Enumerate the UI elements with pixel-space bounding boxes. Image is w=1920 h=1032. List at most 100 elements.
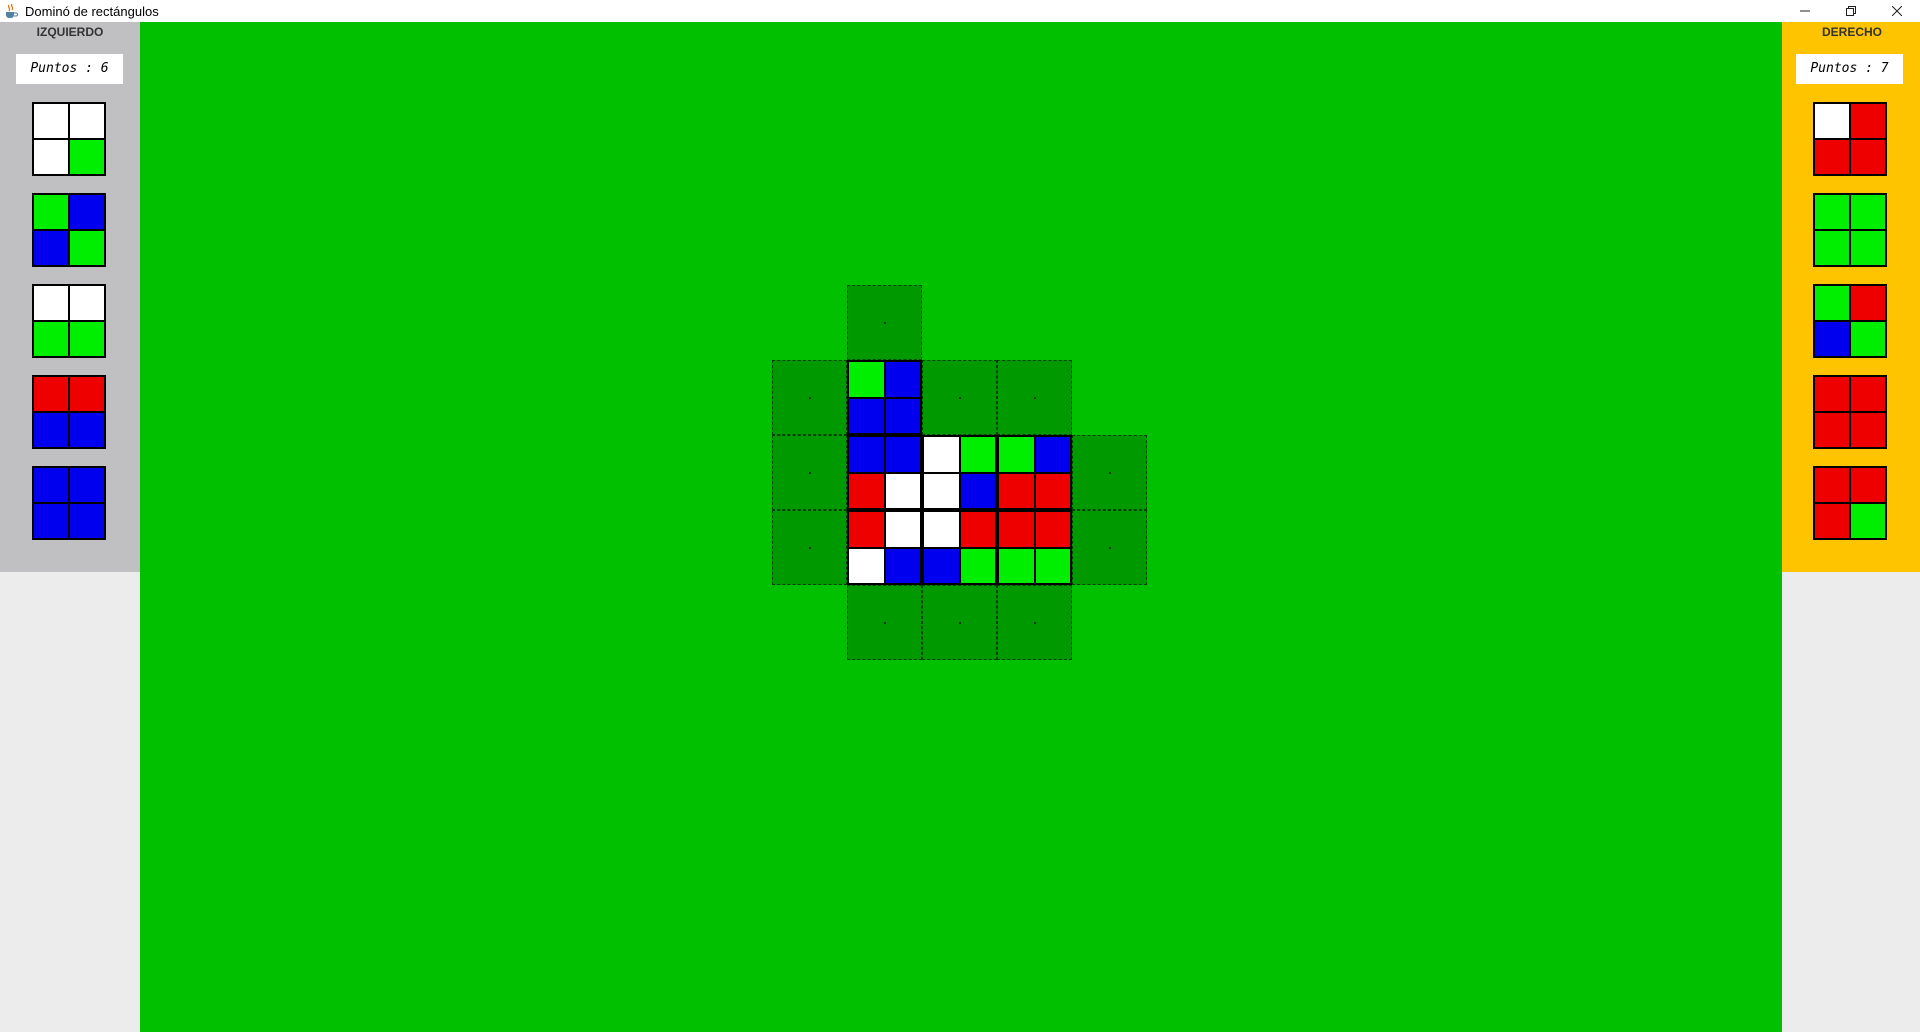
tile-cell-white — [33, 139, 69, 175]
tile-cell-red — [1814, 376, 1850, 412]
tile-cell-green — [33, 194, 69, 230]
left-hand-tile[interactable] — [32, 375, 106, 449]
tile-cell-green — [33, 321, 69, 357]
tile-cell-blue — [884, 397, 921, 434]
slot-marker — [959, 622, 961, 624]
left-hand-tile[interactable] — [32, 193, 106, 267]
open-slot[interactable] — [997, 585, 1072, 660]
tile-cell-blue — [69, 194, 105, 230]
slot-marker — [1034, 397, 1036, 399]
open-slot[interactable] — [772, 510, 847, 585]
tile-cell-blue — [33, 412, 69, 448]
tile-cell-red — [848, 511, 885, 548]
placed-tile — [922, 510, 997, 585]
tile-cell-green — [69, 139, 105, 175]
tile-cell-blue — [884, 436, 921, 473]
open-slot[interactable] — [847, 285, 922, 360]
tile-cell-white — [69, 103, 105, 139]
tile-cell-green — [1814, 230, 1850, 266]
tile-cell-red — [1814, 139, 1850, 175]
placed-tile — [997, 510, 1072, 585]
tile-cell-red — [1034, 511, 1071, 548]
slot-marker — [809, 397, 811, 399]
open-slot[interactable] — [1072, 510, 1147, 585]
placed-tile — [922, 435, 997, 510]
close-button[interactable] — [1874, 0, 1920, 22]
tile-cell-green — [959, 436, 996, 473]
tile-cell-green — [69, 321, 105, 357]
tile-cell-red — [1814, 503, 1850, 539]
tile-cell-blue — [959, 472, 996, 509]
placed-tile — [997, 435, 1072, 510]
tile-cell-blue — [69, 412, 105, 448]
slot-marker — [884, 322, 886, 324]
placed-tile — [847, 435, 922, 510]
slot-marker — [884, 622, 886, 624]
tile-cell-green — [1850, 503, 1886, 539]
left-hand-tile[interactable] — [32, 102, 106, 176]
game-board[interactable] — [140, 22, 1782, 1032]
left-hand-tile[interactable] — [32, 284, 106, 358]
tile-cell-blue — [884, 361, 921, 398]
tile-cell-blue — [1034, 436, 1071, 473]
tile-cell-red — [998, 472, 1035, 509]
java-cup-icon — [3, 3, 19, 19]
tile-cell-red — [1034, 472, 1071, 509]
window-title: Dominó de rectángulos — [25, 3, 159, 19]
right-player-panel: DERECHO Puntos : 7 — [1782, 22, 1920, 572]
left-player-panel: IZQUIERDO Puntos : 6 — [0, 22, 140, 572]
placed-tile — [847, 360, 922, 435]
tile-cell-red — [1814, 467, 1850, 503]
tile-cell-green — [1814, 194, 1850, 230]
tile-cell-green — [959, 547, 996, 584]
tile-cell-green — [1814, 285, 1850, 321]
left-hand-tile[interactable] — [32, 466, 106, 540]
right-hand-tile[interactable] — [1813, 284, 1887, 358]
slot-marker — [1109, 472, 1111, 474]
tile-cell-blue — [848, 436, 885, 473]
tile-cell-blue — [923, 547, 960, 584]
tile-cell-white — [884, 511, 921, 548]
tile-cell-green — [998, 547, 1035, 584]
title-bar: Dominó de rectángulos — [0, 0, 1920, 22]
tile-cell-red — [1850, 376, 1886, 412]
open-slot[interactable] — [847, 585, 922, 660]
tile-cell-green — [1850, 230, 1886, 266]
tile-cell-white — [1814, 103, 1850, 139]
right-hand-tile[interactable] — [1813, 193, 1887, 267]
restore-button[interactable] — [1828, 0, 1874, 22]
open-slot[interactable] — [772, 435, 847, 510]
slot-marker — [1034, 622, 1036, 624]
tile-cell-red — [998, 511, 1035, 548]
tile-cell-white — [884, 472, 921, 509]
tile-cell-blue — [33, 503, 69, 539]
tile-cell-red — [1850, 285, 1886, 321]
tile-cell-green — [1850, 194, 1886, 230]
tile-cell-white — [33, 103, 69, 139]
slot-marker — [809, 547, 811, 549]
tile-cell-blue — [848, 397, 885, 434]
right-hand-tile[interactable] — [1813, 102, 1887, 176]
tile-cell-red — [1814, 412, 1850, 448]
open-slot[interactable] — [772, 360, 847, 435]
open-slot[interactable] — [997, 360, 1072, 435]
tile-cell-blue — [33, 467, 69, 503]
open-slot[interactable] — [922, 585, 997, 660]
right-player-score: Puntos : 7 — [1796, 54, 1903, 84]
right-hand-tile[interactable] — [1813, 466, 1887, 540]
tile-cell-red — [1850, 103, 1886, 139]
open-slot[interactable] — [922, 360, 997, 435]
tile-cell-green — [998, 436, 1035, 473]
tile-cell-red — [1850, 139, 1886, 175]
tile-cell-blue — [33, 230, 69, 266]
tile-cell-red — [959, 511, 996, 548]
tile-cell-blue — [69, 467, 105, 503]
tile-cell-white — [923, 436, 960, 473]
tile-cell-green — [69, 230, 105, 266]
slot-marker — [1109, 547, 1111, 549]
tile-cell-red — [1850, 467, 1886, 503]
open-slot[interactable] — [1072, 435, 1147, 510]
tile-cell-blue — [69, 503, 105, 539]
right-hand-tile[interactable] — [1813, 375, 1887, 449]
minimize-button[interactable] — [1782, 0, 1828, 22]
